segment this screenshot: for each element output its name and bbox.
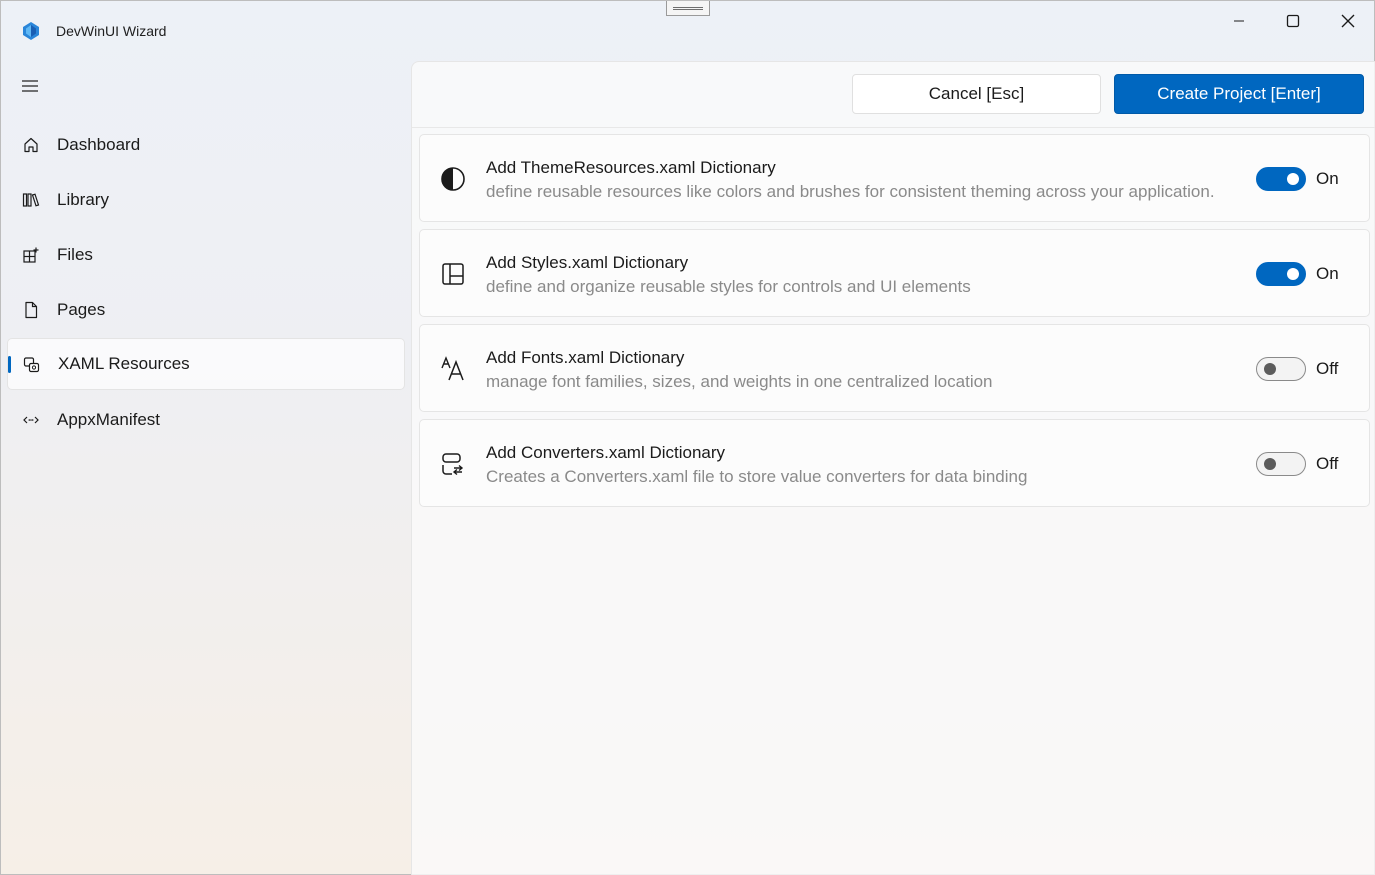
sidebar-item-pages[interactable]: Pages	[7, 284, 405, 336]
selection-indicator	[8, 356, 11, 373]
option-description: manage font families, sizes, and weights…	[486, 372, 993, 391]
option-description: define and organize reusable styles for …	[486, 277, 971, 296]
library-icon	[21, 190, 41, 210]
sidebar-item-xaml-resources[interactable]: XAML Resources	[7, 338, 405, 390]
option-title: Add Converters.xaml Dictionary	[486, 443, 726, 462]
minimize-icon	[1233, 20, 1244, 22]
close-button[interactable]	[1320, 1, 1375, 41]
option-card-styles: Add Styles.xaml Dictionary define and or…	[419, 229, 1370, 317]
hamburger-icon	[22, 80, 38, 92]
option-title: Add ThemeResources.xaml Dictionary	[486, 158, 776, 177]
option-description: Creates a Converters.xaml file to store …	[486, 467, 1028, 486]
drag-handle[interactable]	[666, 1, 710, 16]
maximize-button[interactable]	[1265, 1, 1320, 41]
option-card-fonts: Add Fonts.xaml Dictionary manage font fa…	[419, 324, 1370, 412]
resources-icon	[22, 355, 42, 375]
sidebar-item-dashboard[interactable]: Dashboard	[7, 119, 405, 171]
sidebar-item-label: Library	[57, 190, 109, 209]
toggle-knob	[1287, 268, 1299, 280]
close-icon	[1341, 14, 1354, 28]
option-card-theme-resources: Add ThemeResources.xaml Dictionary defin…	[419, 134, 1370, 222]
maximize-icon	[1286, 14, 1299, 28]
option-title: Add Fonts.xaml Dictionary	[486, 348, 685, 367]
toggle-knob	[1264, 363, 1276, 375]
sidebar-item-files[interactable]: Files	[7, 229, 405, 281]
app-window: DevWinUI Wizard Dashboard Library Files …	[0, 0, 1375, 875]
nav-menu-button[interactable]	[19, 75, 41, 97]
command-bar: Cancel [Esc] Create Project [Enter]	[412, 62, 1375, 128]
title-bar[interactable]: DevWinUI Wizard	[1, 1, 1374, 61]
grip-icon	[673, 6, 703, 10]
theme-resources-toggle[interactable]	[1256, 167, 1306, 191]
manifest-icon	[21, 410, 41, 430]
converters-toggle[interactable]	[1256, 452, 1306, 476]
toggle-state-label: On	[1316, 264, 1339, 283]
page-icon	[21, 300, 41, 320]
option-title: Add Styles.xaml Dictionary	[486, 253, 689, 272]
files-icon	[21, 245, 41, 265]
toggle-state-label: Off	[1316, 454, 1339, 473]
toggle-state-label: Off	[1316, 359, 1339, 378]
styles-toggle[interactable]	[1256, 262, 1306, 286]
sidebar-item-label: Pages	[57, 300, 106, 319]
devwinui-logo-icon	[23, 22, 39, 40]
home-icon	[21, 135, 41, 155]
minimize-button[interactable]	[1211, 1, 1266, 41]
cancel-button[interactable]: Cancel [Esc]	[852, 74, 1101, 114]
toggle-knob	[1264, 458, 1276, 470]
sidebar-item-appxmanifest[interactable]: AppxManifest	[7, 394, 405, 446]
sidebar-item-label: AppxManifest	[57, 410, 160, 429]
converter-icon	[440, 451, 466, 477]
sidebar-item-label: Files	[57, 245, 93, 264]
font-icon	[440, 356, 466, 382]
sidebar-item-label: XAML Resources	[58, 354, 190, 373]
fonts-toggle[interactable]	[1256, 357, 1306, 381]
app-title: DevWinUI Wizard	[56, 23, 167, 39]
sidebar-item-label: Dashboard	[57, 135, 141, 154]
option-card-converters: Add Converters.xaml Dictionary Creates a…	[419, 419, 1370, 507]
option-description: define reusable resources like colors an…	[486, 182, 1215, 201]
toggle-knob	[1287, 173, 1299, 185]
content-pane: Cancel [Esc] Create Project [Enter] Add …	[411, 61, 1375, 875]
layout-panel-icon	[440, 261, 466, 287]
contrast-icon	[440, 166, 466, 192]
create-project-button[interactable]: Create Project [Enter]	[1114, 74, 1364, 114]
toggle-state-label: On	[1316, 169, 1339, 188]
sidebar-item-library[interactable]: Library	[7, 174, 405, 226]
